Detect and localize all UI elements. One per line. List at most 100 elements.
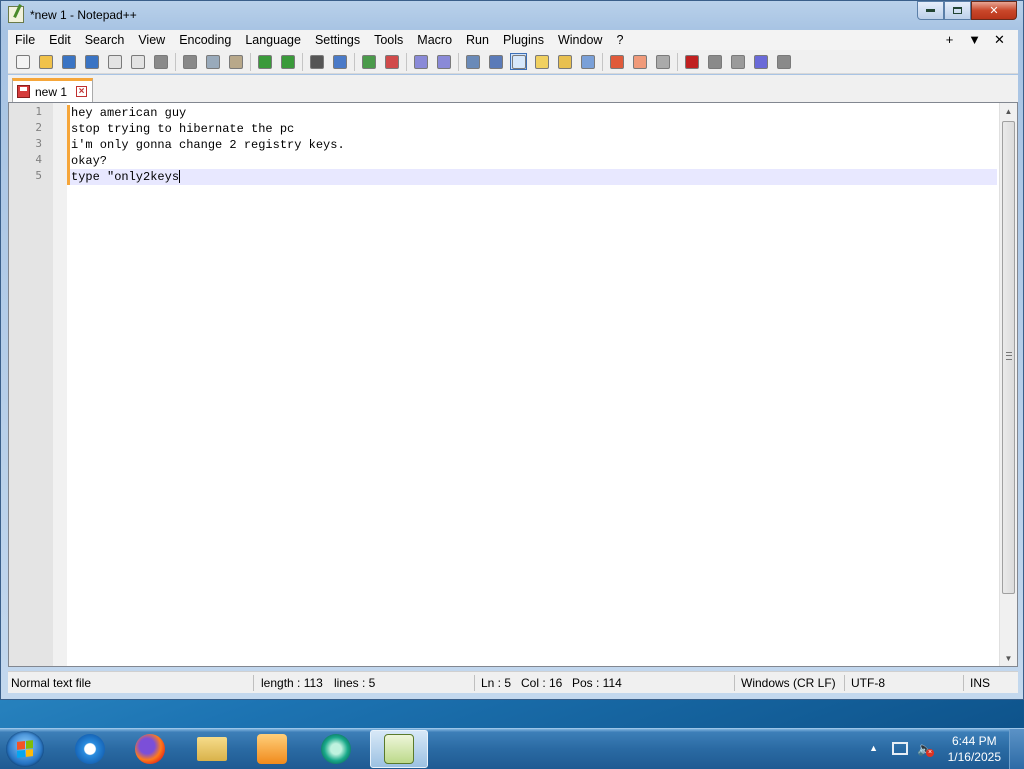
line-number: 1 [35,105,42,118]
replace-button[interactable] [331,53,348,70]
udl-button[interactable] [533,53,550,70]
status-encoding[interactable]: UTF-8 [848,672,885,694]
show-desktop-button[interactable] [1009,729,1024,769]
menu-macro[interactable]: Macro [410,30,459,50]
open-file-button[interactable] [37,53,54,70]
undo-button[interactable] [256,53,273,70]
start-button[interactable] [6,731,44,767]
record-macro-button[interactable] [683,53,700,70]
save-macro-button[interactable] [775,53,792,70]
stop-macro-button[interactable] [706,53,723,70]
taskbar-file-explorer[interactable] [186,730,238,768]
doc-map-icon [557,54,572,69]
taskbar-internet-explorer[interactable] [64,730,116,768]
taskbar-firefox[interactable] [124,730,176,768]
show-hidden-icons-icon[interactable]: ▲ [869,743,878,753]
close-button[interactable] [106,53,123,70]
doc-list-button[interactable] [579,53,596,70]
play-macro-button[interactable] [729,53,746,70]
tab-new-1[interactable]: new 1 × [12,78,93,102]
close-document-button[interactable]: ✕ [987,30,1012,50]
doc-map-button[interactable] [556,53,573,70]
monitoring-button[interactable] [654,53,671,70]
menu-run[interactable]: Run [459,30,496,50]
word-wrap-button[interactable] [464,53,481,70]
new-tab-plus-button[interactable]: + [937,30,962,50]
scroll-up-icon[interactable]: ▲ [1000,103,1017,119]
menu-file[interactable]: File [8,30,42,50]
vertical-scrollbar[interactable]: ▲ ▼ [999,103,1017,666]
find-button[interactable] [308,53,325,70]
save-all-button[interactable] [83,53,100,70]
cut-button[interactable] [181,53,198,70]
toolbar-separator [677,52,678,71]
code-line[interactable]: i'm only gonna change 2 registry keys. [70,137,997,153]
new-file-button[interactable] [14,53,31,70]
clock[interactable]: 6:44 PM 1/16/2025 [948,733,1001,765]
menu-view[interactable]: View [131,30,172,50]
zoom-out-button[interactable] [383,53,400,70]
menu-language[interactable]: Language [238,30,308,50]
code-line[interactable]: type "only2keys [70,169,997,185]
status-divider [963,675,964,691]
menu-window[interactable]: Window [551,30,609,50]
redo-button[interactable] [279,53,296,70]
paste-button[interactable] [227,53,244,70]
run-macro-multiple-button[interactable] [752,53,769,70]
function-list-icon [609,54,624,69]
code-line[interactable]: okay? [70,153,997,169]
indent-guide-button[interactable] [510,53,527,70]
status-insert-mode[interactable]: INS [967,672,990,694]
network-icon[interactable] [892,742,908,755]
maximize-button[interactable] [944,1,971,20]
code-line[interactable]: hey american guy [70,105,997,121]
sync-h-button[interactable] [435,53,452,70]
grip-icon [1006,352,1012,360]
minimize-button[interactable] [917,1,944,20]
firefox-icon [135,734,165,764]
menu-settings[interactable]: Settings [308,30,367,50]
copy-icon [205,54,220,69]
status-pos: Pos : 114 [572,676,622,690]
menu-edit[interactable]: Edit [42,30,78,50]
monitoring-icon [655,54,670,69]
menu-encoding[interactable]: Encoding [172,30,238,50]
save-macro-icon [776,54,791,69]
toolbar-separator [406,52,407,71]
title-bar[interactable]: *new 1 - Notepad++ ✕ [1,1,1023,29]
menu-help[interactable]: ? [609,30,630,50]
print-button[interactable] [152,53,169,70]
notepadpp-app-icon[interactable] [8,6,24,23]
menu-plugins[interactable]: Plugins [496,30,551,50]
function-list-button[interactable] [608,53,625,70]
record-macro-icon [684,54,699,69]
save-icon [61,54,76,69]
text-content[interactable]: hey american guy stop trying to hibernate… [70,105,997,185]
scroll-thumb[interactable] [1002,121,1015,594]
editor-area[interactable]: 1 2 3 4 5 hey american guy stop trying to hib… [8,102,1018,667]
status-eol[interactable]: Windows (CR LF) [738,672,836,694]
close-button[interactable]: ✕ [971,1,1017,20]
zoom-in-button[interactable] [360,53,377,70]
scroll-down-icon[interactable]: ▼ [1000,650,1017,666]
menu-tools[interactable]: Tools [367,30,410,50]
fold-margin[interactable] [53,103,67,666]
copy-button[interactable] [204,53,221,70]
code-line[interactable]: stop trying to hibernate the pc [70,121,997,137]
show-all-chars-button[interactable] [487,53,504,70]
menu-search[interactable]: Search [78,30,132,50]
folder-workspace-button[interactable] [631,53,648,70]
tab-close-icon[interactable]: × [76,86,88,97]
close-all-button[interactable] [129,53,146,70]
chat-bubble-icon [321,734,351,764]
sync-v-button[interactable] [412,53,429,70]
taskbar-media-player[interactable] [246,730,298,768]
indent-guide-icon [511,54,526,69]
save-button[interactable] [60,53,77,70]
taskbar-chat-app[interactable] [310,730,362,768]
line-number: 2 [35,121,42,134]
tab-list-dropdown-button[interactable]: ▼ [962,30,987,50]
play-macro-icon [730,54,745,69]
taskbar-notepadpp[interactable] [370,730,428,768]
mute-x-icon: × [926,749,934,757]
